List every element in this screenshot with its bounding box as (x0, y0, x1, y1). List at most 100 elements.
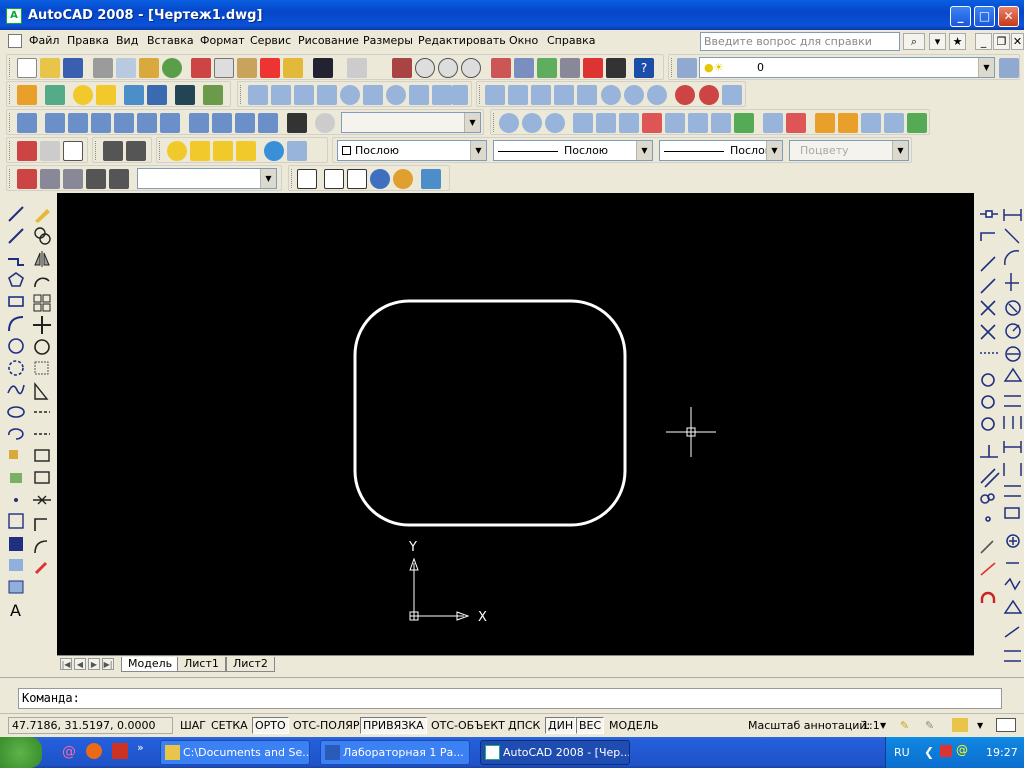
extrude-icon[interactable] (485, 85, 505, 105)
3d-rotate-icon[interactable] (699, 85, 719, 105)
first-tab-icon[interactable]: |◀ (60, 658, 72, 670)
zoom-previous-icon[interactable] (461, 58, 481, 78)
lweight-toggle[interactable]: ВЕС (576, 717, 605, 734)
pyramid-icon[interactable] (409, 85, 429, 105)
delete-faces-icon[interactable] (642, 113, 662, 133)
chevron-down-icon[interactable]: ▼ (892, 141, 908, 160)
nw-iso-view-icon[interactable] (258, 113, 278, 133)
minimize-button[interactable]: _ (950, 6, 971, 27)
named-views-icon[interactable] (17, 113, 37, 133)
zoom-window-icon[interactable] (438, 58, 458, 78)
chevron-down-icon[interactable]: ▼ (260, 169, 276, 188)
make-current-layer-icon[interactable] (999, 58, 1019, 78)
3d-dwf-icon[interactable] (162, 58, 182, 78)
3d-align-icon[interactable] (722, 85, 742, 105)
otrack-toggle[interactable]: ОТС-ОБЪЕКТ (428, 717, 508, 734)
menu-file[interactable]: Файл (29, 34, 59, 47)
color-control-combo[interactable]: Послою ▼ (337, 140, 487, 161)
light-icon[interactable] (73, 85, 93, 105)
camera-icon[interactable] (287, 113, 307, 133)
ne-iso-view-icon[interactable] (235, 113, 255, 133)
3d-wireframe-icon[interactable] (324, 169, 344, 189)
match-properties-icon[interactable] (260, 58, 280, 78)
paste-icon[interactable] (237, 58, 257, 78)
color-edges-icon[interactable] (786, 113, 806, 133)
help-icon[interactable]: ? (634, 58, 654, 78)
ucs-combo[interactable]: ▼ (137, 168, 277, 189)
polysolid-icon[interactable] (248, 85, 268, 105)
ucs-3point-icon[interactable] (63, 169, 83, 189)
imprint-icon[interactable] (815, 113, 835, 133)
right-view-icon[interactable] (114, 113, 134, 133)
new-file-icon[interactable] (17, 58, 37, 78)
ucs-view-icon[interactable] (109, 169, 129, 189)
design-center-icon[interactable] (514, 58, 534, 78)
language-indicator[interactable]: RU (894, 746, 910, 759)
chevron-down-icon[interactable]: ▼ (880, 721, 886, 730)
cone-icon[interactable] (317, 85, 337, 105)
ducs-toggle[interactable]: ДПСК (505, 717, 543, 734)
last-tab-icon[interactable]: ▶| (102, 658, 114, 670)
render-environment-icon[interactable] (175, 85, 195, 105)
print-icon[interactable] (93, 58, 113, 78)
toolbar-grip[interactable] (9, 141, 12, 160)
extrude-faces-icon[interactable] (573, 113, 593, 133)
move-faces-icon[interactable] (596, 113, 616, 133)
app-quicklaunch-icon[interactable] (112, 743, 128, 759)
toolbar-grip[interactable] (9, 85, 12, 104)
plot-preview-icon[interactable] (116, 58, 136, 78)
light-list-icon-2[interactable] (236, 141, 256, 161)
document-icon[interactable] (8, 34, 22, 48)
spotlight-icon[interactable] (190, 141, 210, 161)
intersect-icon[interactable] (647, 85, 667, 105)
doc-minimize-button[interactable]: _ (975, 33, 992, 50)
subtract-icon[interactable] (624, 85, 644, 105)
grid-toggle[interactable]: СЕТКА (208, 717, 251, 734)
color-faces-icon[interactable] (734, 113, 754, 133)
left-view-icon[interactable] (91, 113, 111, 133)
menu-dimension[interactable]: Размеры (363, 34, 413, 47)
toolbar-grip[interactable] (9, 113, 12, 132)
cut-icon[interactable] (191, 58, 211, 78)
osnap-toggle[interactable]: ПРИВЯЗКА (360, 717, 427, 734)
check-icon[interactable] (907, 113, 927, 133)
autocad-app-icon[interactable]: A (6, 8, 22, 24)
tab-model[interactable]: Модель (121, 657, 180, 672)
light-list-icon[interactable] (96, 85, 116, 105)
copy-edges-icon[interactable] (763, 113, 783, 133)
visual-styles-manager-icon[interactable] (421, 169, 441, 189)
menu-view[interactable]: Вид (116, 34, 138, 47)
distant-light-icon[interactable] (213, 141, 233, 161)
sw-iso-view-icon[interactable] (189, 113, 209, 133)
block-editor-icon[interactable] (283, 58, 303, 78)
menu-edit[interactable]: Правка (67, 34, 109, 47)
advanced-render-icon[interactable] (203, 85, 223, 105)
menu-tools[interactable]: Сервис (250, 34, 291, 47)
coordinate-display[interactable]: 47.7186, 31.5197, 0.0000 (8, 717, 173, 734)
toolbar-grip[interactable] (9, 58, 12, 77)
solid-subtract-icon[interactable] (522, 113, 542, 133)
menu-help[interactable]: Справка (547, 34, 595, 47)
rotate-faces-icon[interactable] (665, 113, 685, 133)
tab-layout1[interactable]: Лист1 (177, 657, 226, 672)
firefox-icon[interactable] (86, 743, 102, 759)
menu-window[interactable]: Окно (509, 34, 538, 47)
quicklaunch-expand-icon[interactable]: » (137, 741, 144, 754)
doc-restore-button[interactable]: ❐ (993, 33, 1010, 50)
front-view-icon[interactable] (137, 113, 157, 133)
separate-icon[interactable] (861, 113, 881, 133)
view-history-icon[interactable] (315, 113, 335, 133)
taper-faces-icon[interactable] (688, 113, 708, 133)
toolbar-grip[interactable] (479, 85, 482, 104)
bottom-view-icon[interactable] (68, 113, 88, 133)
pan-icon[interactable] (392, 58, 412, 78)
menu-draw[interactable]: Рисование (298, 34, 359, 47)
publish-icon[interactable] (139, 58, 159, 78)
render-icon[interactable] (45, 85, 65, 105)
help-search-input[interactable]: Введите вопрос для справки (700, 32, 900, 51)
annotation-scale-value[interactable]: 1:1 (862, 719, 880, 732)
layer-manager-icon[interactable] (677, 58, 697, 78)
toolbar-grip[interactable] (9, 169, 12, 188)
2d-wireframe-icon[interactable] (297, 169, 317, 189)
drawing-canvas[interactable]: Y X (57, 193, 974, 655)
